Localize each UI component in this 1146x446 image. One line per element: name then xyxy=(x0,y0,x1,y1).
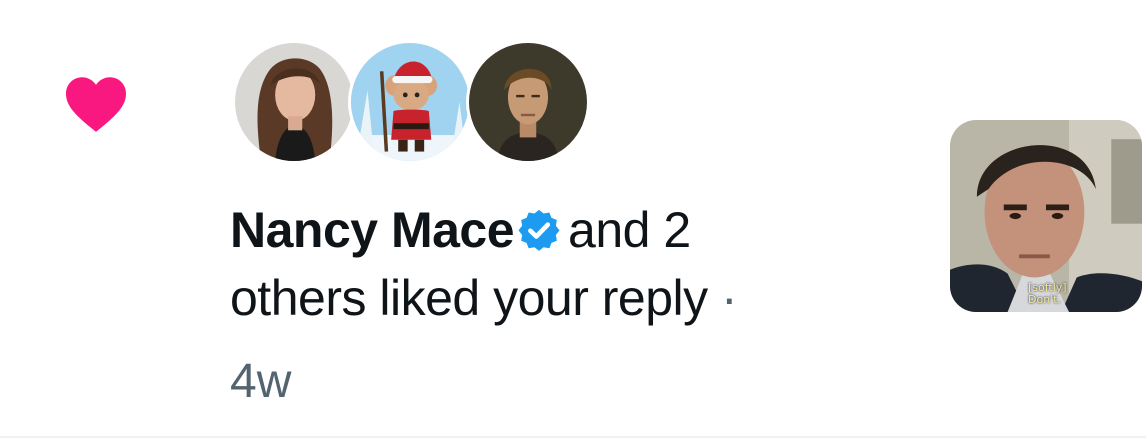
verified-badge-icon xyxy=(518,209,560,251)
like-notification[interactable]: Nancy Mace and 2 others liked your reply … xyxy=(0,0,1146,440)
liker-name-link[interactable]: Nancy Mace xyxy=(230,202,515,258)
divider xyxy=(0,436,1146,438)
avatar-portrait[interactable] xyxy=(466,40,590,164)
timestamp[interactable]: 4w xyxy=(230,352,291,412)
message-text-1: and 2 xyxy=(568,202,691,258)
separator-dot: · xyxy=(721,270,738,326)
avatar-santa-mouse[interactable] xyxy=(348,40,472,164)
subtitle-caption: [softly] Don't. xyxy=(1028,282,1067,306)
heart-icon xyxy=(66,77,126,132)
notification-message: Nancy Mace and 2 others liked your reply … xyxy=(230,196,870,332)
message-text-2: others liked your reply xyxy=(230,270,708,326)
avatar-nancy-mace[interactable] xyxy=(232,40,356,164)
caption-line-2: Don't. xyxy=(1028,293,1062,306)
media-thumbnail[interactable]: [softly] Don't. xyxy=(950,120,1142,312)
